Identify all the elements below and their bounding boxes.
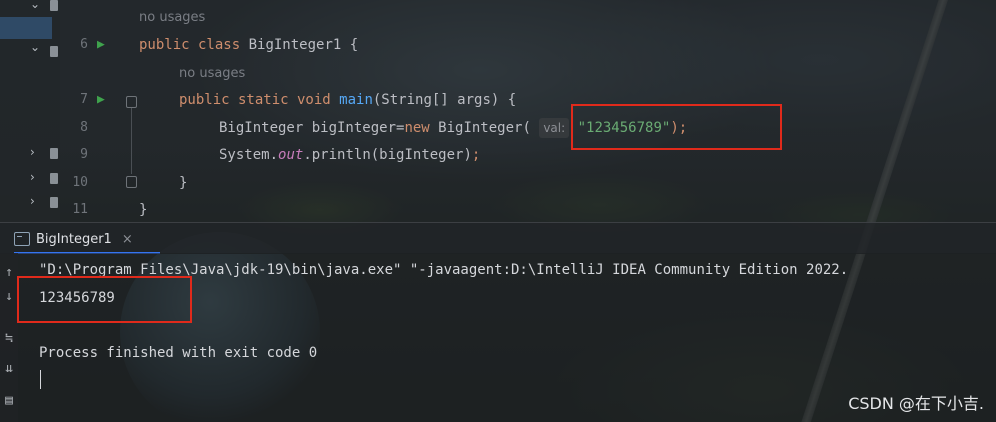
code-editor[interactable]: ⌄ ⌄ › › › no usages no usages 6 7 8 9 10… [0, 0, 996, 222]
folder-icon [50, 197, 58, 208]
code-line-9[interactable]: System.out.println(bigInteger); [219, 145, 480, 165]
text-caret [40, 370, 41, 389]
fold-icon[interactable] [126, 176, 137, 188]
chevron-right-icon[interactable]: › [30, 170, 35, 184]
scroll-to-end-icon[interactable]: ⇊ [1, 361, 17, 376]
line-number: 11 [72, 202, 88, 217]
usages-hint[interactable]: no usages [139, 10, 205, 25]
close-icon[interactable]: × [122, 232, 133, 247]
parameter-hint: val: [539, 118, 570, 138]
run-tool-window-header: BigInteger1 × [0, 222, 996, 254]
tab-biginteger1[interactable]: BigInteger1 × [14, 229, 133, 249]
code-line-11[interactable]: } [139, 200, 147, 220]
code-line-7[interactable]: public static void main(String[] args) { [179, 90, 516, 110]
line-number: 10 [72, 175, 88, 190]
fold-icon[interactable] [126, 96, 137, 108]
highlight-box [571, 104, 782, 150]
watermark: CSDN @在下小吉. [848, 394, 984, 413]
folder-icon [50, 0, 58, 11]
arrow-down-icon[interactable]: ↓ [1, 289, 17, 304]
run-icon[interactable]: ▶ [97, 38, 105, 52]
chevron-right-icon[interactable]: › [30, 145, 35, 159]
chevron-down-icon[interactable]: ⌄ [30, 0, 40, 11]
code-line-10[interactable]: } [179, 173, 187, 193]
folder-icon [50, 46, 58, 57]
project-sidebar: ⌄ ⌄ › › › [0, 0, 60, 222]
console-toolbar: ↑ ↓ ≒ ⇊ ▤ [0, 253, 18, 422]
line-number: 8 [80, 120, 88, 135]
folder-icon [50, 148, 58, 159]
run-icon[interactable]: ▶ [97, 93, 105, 107]
line-number: 7 [80, 92, 88, 107]
tab-label: BigInteger1 [36, 231, 112, 247]
print-icon[interactable]: ▤ [1, 393, 17, 408]
console-exit-message: Process finished with exit code 0 [39, 345, 318, 361]
chevron-right-icon[interactable]: › [30, 194, 35, 208]
console-icon [14, 232, 30, 246]
chevron-down-icon[interactable]: ⌄ [30, 40, 40, 54]
highlight-box [17, 276, 192, 323]
soft-wrap-icon[interactable]: ≒ [1, 331, 17, 346]
fold-guide [131, 108, 132, 174]
arrow-up-icon[interactable]: ↑ [1, 265, 17, 280]
code-line-6[interactable]: public class BigInteger1 { [139, 35, 358, 55]
folder-icon [50, 173, 58, 184]
usages-hint[interactable]: no usages [179, 66, 245, 81]
line-number: 9 [80, 147, 88, 162]
line-number: 6 [80, 37, 88, 52]
sidebar-selected-row[interactable] [0, 17, 52, 39]
